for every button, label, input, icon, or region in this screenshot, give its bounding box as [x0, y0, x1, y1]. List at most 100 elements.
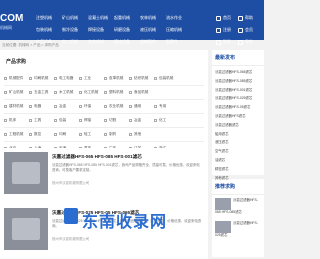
latest-item[interactable]: 沃嘉过滤器HFS-065滤芯 — [215, 68, 261, 77]
nav-item[interactable]: 清洁设备 — [114, 39, 138, 45]
filter-checkbox[interactable]: 纺织机械 — [129, 76, 154, 81]
nav-item[interactable]: 注塑机械 — [36, 15, 60, 21]
nav-item[interactable]: 起重机械 — [114, 15, 138, 21]
filter-checkbox[interactable]: 皮革机械 — [104, 76, 129, 81]
filter-checkbox[interactable]: 木工机械 — [54, 90, 79, 95]
quick-link[interactable]: 导航 — [238, 39, 260, 45]
checkbox-icon[interactable] — [29, 77, 32, 80]
filter-checkbox[interactable]: 冶金 — [129, 118, 154, 123]
filter-checkbox[interactable]: 环保 — [79, 104, 104, 109]
nav-item[interactable]: 包装机械 — [36, 27, 60, 33]
checkbox-icon[interactable] — [54, 133, 57, 136]
checkbox-icon[interactable] — [104, 77, 107, 80]
checkbox-icon[interactable] — [79, 77, 82, 80]
result-item[interactable]: 沃嘉过滤器HFS-065 HFS-085 HFS-001滤芯 沃嘉过滤器HFS-… — [0, 148, 208, 203]
result-company[interactable]: 扬州市沃嘉机械有限公司 — [52, 180, 89, 185]
checkbox-icon[interactable] — [129, 105, 132, 108]
filter-checkbox[interactable]: 工业 — [79, 76, 104, 81]
checkbox-icon[interactable] — [129, 119, 132, 122]
nav-item[interactable]: 流水作业 — [166, 15, 190, 21]
checkbox-icon[interactable] — [154, 119, 157, 122]
checkbox-icon[interactable] — [54, 105, 57, 108]
nav-item[interactable]: 电工机械 — [62, 39, 86, 45]
nav-item[interactable]: 液压机械 — [140, 27, 164, 33]
latest-item[interactable]: 沃嘉过滤器HFS-05滤芯 — [215, 103, 261, 112]
checkbox-icon[interactable] — [4, 77, 7, 80]
checkbox-icon[interactable] — [154, 77, 157, 80]
filter-checkbox[interactable]: 农业机械 — [104, 104, 129, 109]
nav-item[interactable]: 焊接设备 — [88, 27, 112, 33]
checkbox-icon[interactable] — [129, 133, 132, 136]
filter-checkbox[interactable]: 建材机械 — [4, 104, 29, 109]
nav-item[interactable]: 其他机械 — [88, 39, 112, 45]
quick-link[interactable]: 首页 — [216, 15, 238, 21]
result-company[interactable]: 扬州市沃嘉机械有限公司 — [52, 236, 89, 241]
latest-item[interactable]: 液压滤芯 — [215, 138, 261, 147]
filter-checkbox[interactable]: 数控 — [29, 132, 54, 137]
latest-item[interactable]: 沃嘉过滤器HFS-085滤芯 — [215, 77, 261, 86]
filter-checkbox[interactable]: 轻工 — [79, 132, 104, 137]
filter-checkbox[interactable]: 矿山机械 — [4, 90, 29, 95]
latest-item[interactable]: 沃嘉过滤器滤芯 — [215, 121, 261, 130]
latest-item[interactable]: 船用滤芯 — [215, 130, 261, 139]
checkbox-icon[interactable] — [79, 91, 82, 94]
checkbox-icon[interactable] — [104, 133, 107, 136]
filter-checkbox[interactable]: 食品机械 — [129, 90, 154, 95]
quick-link[interactable]: 联系 — [216, 39, 238, 45]
checkbox-icon[interactable] — [29, 133, 32, 136]
checkbox-icon[interactable] — [129, 77, 132, 80]
product-thumbnail[interactable] — [4, 208, 48, 250]
checkbox-icon[interactable] — [104, 119, 107, 122]
checkbox-icon[interactable] — [104, 91, 107, 94]
filter-checkbox[interactable]: 其他 — [129, 132, 154, 137]
product-thumbnail[interactable] — [4, 152, 48, 194]
checkbox-icon[interactable] — [79, 119, 82, 122]
result-title[interactable]: 沃嘉过滤器HFS-065 HFS-085 HFS-001滤芯 — [52, 154, 142, 160]
nav-item[interactable]: 矿山机械 — [62, 15, 86, 21]
checkbox-icon[interactable] — [129, 91, 132, 94]
filter-checkbox[interactable]: 包装 — [54, 118, 79, 123]
latest-item[interactable]: 空气滤芯 — [215, 147, 261, 156]
filter-checkbox[interactable]: 切割 — [104, 118, 129, 123]
quick-link[interactable]: 注册 — [216, 27, 238, 33]
nav-item[interactable]: 农林机械 — [140, 15, 164, 21]
latest-item[interactable]: 油滤芯 — [215, 156, 261, 165]
filter-checkbox[interactable]: 机械配件 — [4, 76, 29, 81]
latest-item[interactable]: 沃嘉过滤器HFS滤芯 — [215, 112, 261, 121]
filter-checkbox[interactable]: 焊接 — [79, 118, 104, 123]
nav-item[interactable]: 混凝土机械 — [88, 15, 112, 21]
nav-item[interactable]: 配套件 — [166, 39, 190, 45]
filter-checkbox[interactable]: 化工 — [154, 118, 179, 123]
checkbox-icon[interactable] — [29, 119, 32, 122]
nav-item[interactable]: 研磨设备 — [114, 27, 138, 33]
nav-item[interactable]: 制冷设备 — [62, 27, 86, 33]
nav-item[interactable]: 压缩机械 — [166, 27, 190, 33]
filter-checkbox[interactable]: 化工机械 — [79, 90, 104, 95]
checkbox-icon[interactable] — [54, 91, 57, 94]
nav-item[interactable]: 机械配件 — [140, 39, 164, 45]
filter-checkbox[interactable]: 工具 — [29, 118, 54, 123]
checkbox-icon[interactable] — [29, 91, 32, 94]
filter-checkbox[interactable]: 专用 — [154, 104, 179, 109]
filter-checkbox[interactable]: 印刷 — [54, 132, 79, 137]
filter-checkbox[interactable]: 冶金 — [54, 104, 79, 109]
filter-checkbox[interactable]: 制药 — [104, 132, 129, 137]
filter-checkbox[interactable]: 五金工具 — [29, 90, 54, 95]
filter-checkbox[interactable]: 印刷机械 — [29, 76, 54, 81]
quick-link[interactable]: 会员 — [238, 27, 260, 33]
checkbox-icon[interactable] — [79, 105, 82, 108]
filter-checkbox[interactable]: 电工电器 — [54, 76, 79, 81]
latest-item[interactable]: 精密滤芯 — [215, 165, 261, 174]
latest-item[interactable]: 沃嘉过滤器HFS-001滤芯 — [215, 86, 261, 95]
filter-checkbox[interactable]: 电器 — [29, 104, 54, 109]
checkbox-icon[interactable] — [4, 133, 7, 136]
checkbox-icon[interactable] — [4, 105, 7, 108]
checkbox-icon[interactable] — [79, 133, 82, 136]
checkbox-icon[interactable] — [54, 119, 57, 122]
latest-item[interactable]: 沃嘉过滤器HFS-025滤芯 — [215, 94, 261, 103]
recommend-item[interactable]: 沃嘉过滤器HFS-025滤芯 — [212, 218, 264, 241]
checkbox-icon[interactable] — [54, 77, 57, 80]
site-logo[interactable]: COM — [0, 13, 23, 24]
checkbox-icon[interactable] — [154, 105, 157, 108]
checkbox-icon[interactable] — [4, 119, 7, 122]
